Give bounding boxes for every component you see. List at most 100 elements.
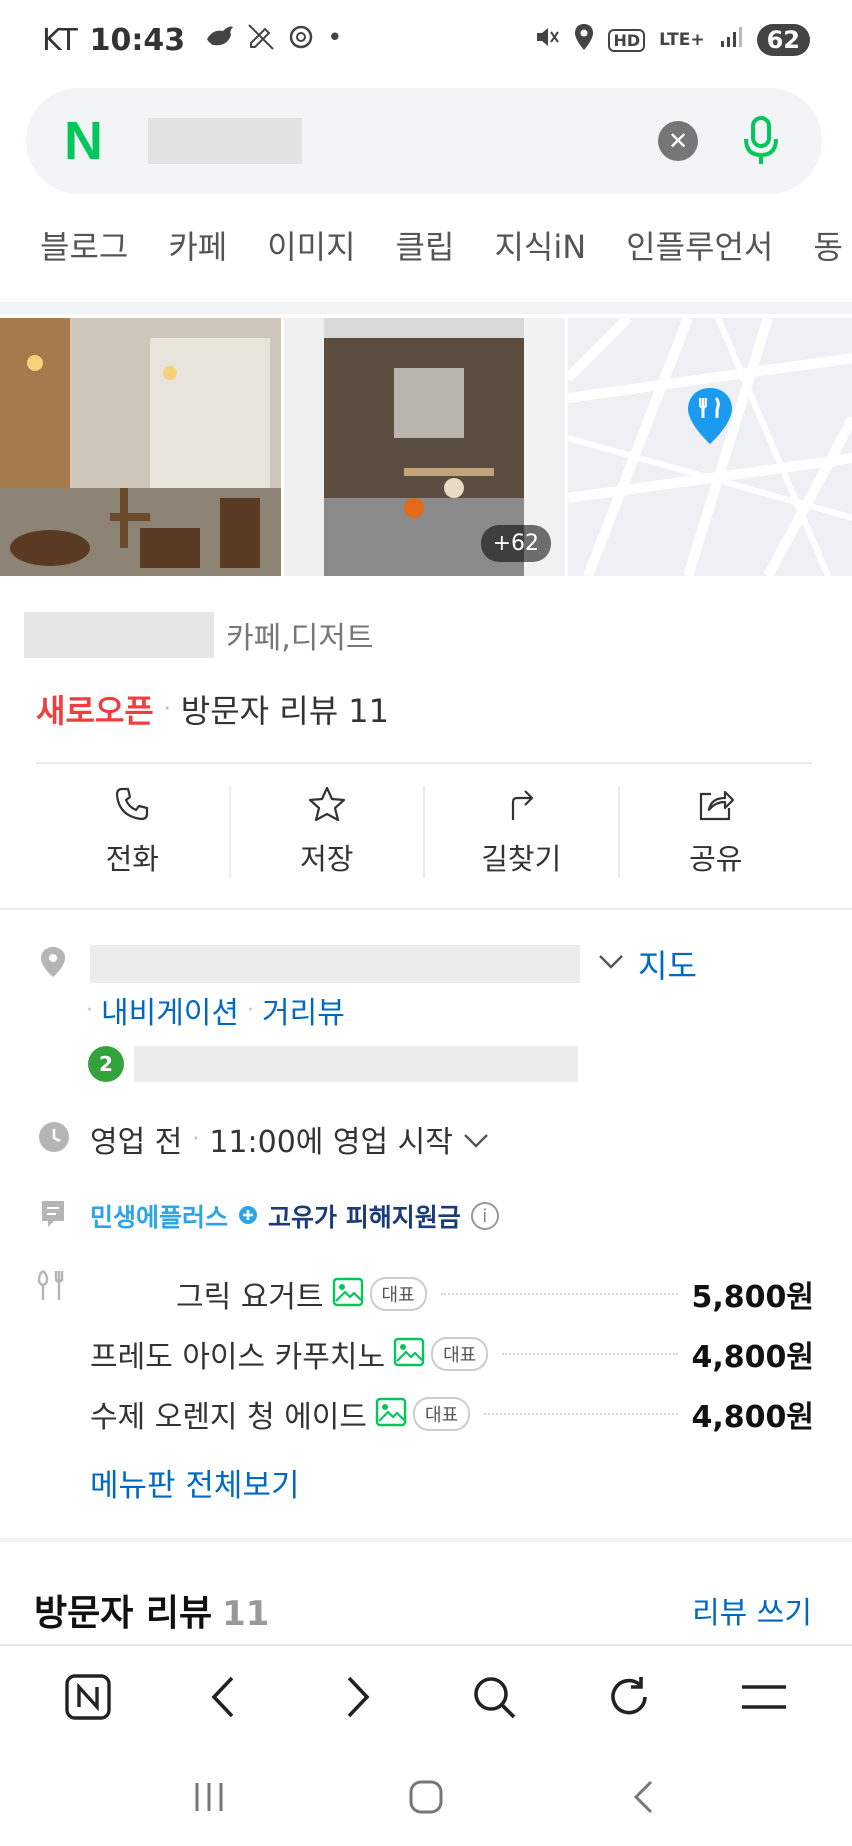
- place-title-row: 카페,디저트: [24, 612, 374, 658]
- hours-status: 영업 전: [90, 1125, 183, 1160]
- menu-item-price: 4,800원: [691, 1340, 815, 1375]
- menu-item-name: 프레도 아이스 카푸치노: [90, 1340, 386, 1375]
- call-button[interactable]: 전화: [36, 786, 231, 878]
- restaurant-map-pin-icon: [686, 386, 734, 450]
- menu-item-name: 수제 오렌지 청 에이드: [90, 1400, 368, 1435]
- naver-logo[interactable]: N: [64, 110, 118, 172]
- street-view-link[interactable]: 거리뷰: [262, 988, 345, 1032]
- subway-station-redacted: [134, 1046, 578, 1082]
- map-link[interactable]: 지도: [638, 941, 697, 987]
- network-type: LTE+: [659, 30, 705, 50]
- share-icon: [697, 786, 735, 829]
- view-full-menu-link[interactable]: 메뉴판 전체보기: [90, 1460, 300, 1505]
- mute-icon: [534, 24, 560, 56]
- carrier-label: KT: [42, 22, 78, 58]
- menu-item[interactable]: 그릭 요거트 대표 5,800원: [0, 1268, 852, 1320]
- system-back-icon[interactable]: [613, 1767, 673, 1827]
- notice-icon: [40, 1199, 66, 1233]
- divider: [36, 762, 812, 764]
- no-edit-icon: [247, 23, 275, 58]
- system-navigation-bar: [0, 1748, 852, 1846]
- clock-icon: [38, 1121, 70, 1157]
- notice-row: 민생에플러스 고유가 피해지원금 i: [0, 1198, 852, 1234]
- section-divider: [0, 302, 852, 314]
- home-icon[interactable]: [396, 1767, 456, 1827]
- address-row: 지도: [0, 941, 852, 987]
- search-tabs: 블로그 카페 이미지 클립 지식iN 인플루언서 동: [0, 222, 852, 284]
- refresh-icon[interactable]: [594, 1662, 664, 1732]
- place-name-redacted[interactable]: [24, 612, 214, 658]
- reviews-title: 방문자 리뷰: [34, 1593, 213, 1634]
- openai-icon: [287, 23, 315, 58]
- search-icon[interactable]: [459, 1662, 529, 1732]
- recent-apps-icon[interactable]: [179, 1767, 239, 1827]
- menu-item-name: 그릭 요거트: [176, 1280, 324, 1315]
- star-icon: [308, 786, 346, 829]
- info-icon[interactable]: i: [470, 1202, 499, 1230]
- menu-hamburger-icon[interactable]: [729, 1662, 799, 1732]
- action-bar: 전화 저장 길찾기 공유: [36, 786, 812, 886]
- new-open-badge: 새로오픈: [36, 692, 154, 730]
- hours-detail: 11:00에 영업 시작: [209, 1125, 453, 1160]
- representative-badge: 대표: [369, 1277, 427, 1311]
- status-bar: KT 10:43 • HD LTE+ 62: [0, 0, 852, 80]
- map-thumbnail[interactable]: [568, 318, 852, 576]
- share-label: 공유: [689, 842, 743, 876]
- location-pin-icon: [40, 946, 66, 982]
- call-label: 전화: [105, 842, 159, 876]
- place-status-row: 새로오픈 · 방문자 리뷰 11: [36, 686, 389, 732]
- tab-clip[interactable]: 클립: [396, 222, 455, 284]
- representative-badge: 대표: [431, 1337, 489, 1371]
- divider: [0, 908, 852, 910]
- naver-home-icon[interactable]: [53, 1662, 123, 1732]
- visitor-review-count-link[interactable]: 방문자 리뷰 11: [181, 686, 389, 732]
- search-query-redacted[interactable]: [148, 118, 302, 164]
- separator-dot: ·: [163, 696, 171, 722]
- section-divider: [0, 1538, 852, 1542]
- battery-indicator: 62: [756, 24, 810, 56]
- separator-dot: ·: [247, 997, 254, 1023]
- tab-blog[interactable]: 블로그: [40, 222, 128, 284]
- directions-button[interactable]: 길찾기: [425, 786, 620, 878]
- menu-item-price: 4,800원: [691, 1400, 815, 1435]
- nav-links-row: · 내비게이션 · 거리뷰: [0, 988, 852, 1032]
- photo-more-count[interactable]: +62: [480, 525, 551, 562]
- tab-image[interactable]: 이미지: [267, 222, 355, 284]
- notification-dot: •: [327, 22, 343, 53]
- hours-row[interactable]: 영업 전 · 11:00에 영업 시작: [0, 1118, 852, 1160]
- directions-label: 길찾기: [481, 842, 562, 876]
- chevron-down-icon[interactable]: [598, 954, 624, 974]
- tab-kin[interactable]: 지식iN: [494, 222, 586, 284]
- place-category: 카페,디저트: [226, 621, 374, 656]
- photo-strip: +62: [0, 318, 852, 576]
- representative-badge: 대표: [413, 1397, 471, 1431]
- signal-icon: [719, 25, 743, 55]
- chevron-down-icon[interactable]: [463, 1122, 489, 1157]
- cafe-interior-photo[interactable]: [0, 318, 281, 576]
- search-bar[interactable]: N ✕: [26, 88, 822, 194]
- hd-voice-icon: HD: [608, 28, 646, 52]
- save-button[interactable]: 저장: [231, 786, 425, 878]
- mic-icon[interactable]: [736, 111, 786, 171]
- cafe-storefront-photo[interactable]: +62: [284, 318, 565, 576]
- directions-icon: [503, 786, 539, 829]
- address-redacted[interactable]: [90, 945, 580, 983]
- navigation-link[interactable]: 내비게이션: [101, 988, 239, 1032]
- tab-influencer[interactable]: 인플루언서: [626, 222, 773, 284]
- minsaeng-plus-logo[interactable]: 민생에플러스: [90, 1198, 228, 1234]
- back-arrow-icon[interactable]: [188, 1662, 258, 1732]
- visitor-reviews-header: 방문자 리뷰 11: [34, 1584, 269, 1636]
- leader-dots: [484, 1413, 678, 1415]
- subway-line-badge: 2: [88, 1046, 124, 1082]
- write-review-link[interactable]: 리뷰 쓰기: [692, 1588, 812, 1632]
- forward-arrow-icon[interactable]: [323, 1662, 393, 1732]
- menu-item-price: 5,800원: [691, 1280, 815, 1315]
- menu-item[interactable]: 수제 오렌지 청 에이드 대표 4,800원: [0, 1388, 852, 1440]
- subway-row: 2: [0, 1044, 852, 1084]
- tab-more[interactable]: 동: [813, 222, 842, 284]
- notice-text[interactable]: 고유가 피해지원금: [268, 1198, 461, 1234]
- tab-cafe[interactable]: 카페: [168, 222, 227, 284]
- clear-search-button[interactable]: ✕: [658, 121, 698, 161]
- menu-item[interactable]: 프레도 아이스 카푸치노 대표 4,800원: [0, 1328, 852, 1380]
- share-button[interactable]: 공유: [620, 786, 813, 878]
